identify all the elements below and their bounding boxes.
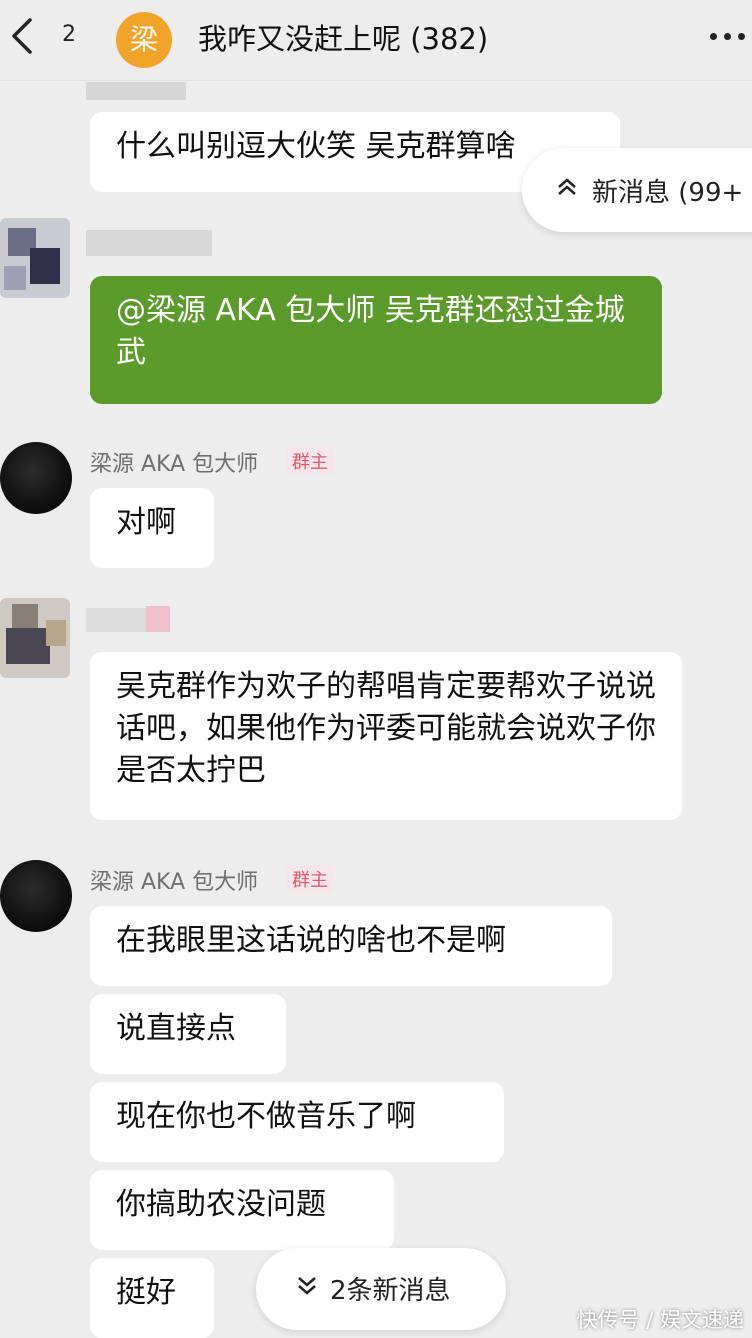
group-avatar[interactable]: 梁 [116,12,172,68]
watermark: 快传号 / 娱文速递 [576,1308,744,1332]
owner-tag: 群主 [286,447,334,475]
message-bubble[interactable]: 你搞助农没问题 [90,1170,394,1250]
new-messages-label: 2条新消息 [330,1276,451,1306]
chat-header: 2 梁 我咋又没赶上呢 (382) [0,0,752,81]
blurred-sender-name [86,230,212,256]
chevron-up-icon [558,178,576,195]
message-bubble[interactable]: 吴克群作为欢子的帮唱肯定要帮欢子说说话吧，如果他作为评委可能就会说欢子你是否太拧… [90,652,682,820]
message-bubble[interactable]: 说直接点 [90,994,286,1074]
new-messages-indicator-top[interactable]: 新消息 (99+ [522,148,752,232]
chevron-down-icon [298,1277,316,1295]
chevron-left-icon[interactable] [6,14,42,58]
avatar[interactable] [0,218,70,298]
blurred-sender-name [146,606,170,632]
message-bubble[interactable]: 对啊 [90,488,214,568]
message-bubble[interactable]: 现在你也不做音乐了啊 [90,1082,504,1162]
message-bubble-mention[interactable]: @梁源 AKA 包大师 吴克群还怼过金城武 [90,276,662,404]
chat-title: 我咋又没赶上呢 (382) [198,22,489,56]
avatar[interactable] [0,598,70,678]
new-messages-label: 新消息 (99+ [592,178,744,208]
blurred-sender-name [86,608,146,632]
blurred-sender-name [86,82,186,100]
sender-name: 梁源 AKA 包大师 [90,452,259,477]
message-bubble[interactable]: 挺好 [90,1258,214,1338]
sender-name: 梁源 AKA 包大师 [90,870,259,895]
new-messages-indicator-bottom[interactable]: 2条新消息 [256,1248,506,1330]
avatar[interactable] [0,860,72,932]
more-dots-icon[interactable] [706,24,750,48]
avatar[interactable] [0,442,72,514]
unread-count-badge: 2 [62,22,76,47]
owner-tag: 群主 [286,865,334,893]
message-bubble[interactable]: 在我眼里这话说的啥也不是啊 [90,906,612,986]
